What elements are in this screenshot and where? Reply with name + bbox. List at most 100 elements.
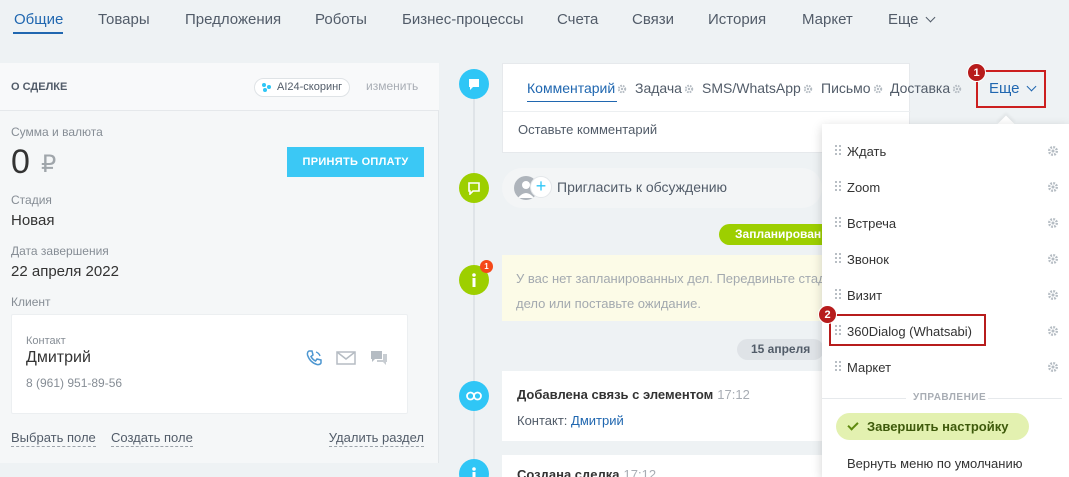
client-label: Клиент bbox=[11, 295, 51, 309]
menu-item-market[interactable]: Маркет bbox=[822, 349, 1069, 385]
step-marker-1: 1 bbox=[967, 63, 986, 82]
close-date-value[interactable]: 22 апреля 2022 bbox=[11, 263, 119, 280]
planned-section-pill: Запланирован bbox=[719, 224, 838, 245]
contact-card: Контакт Дмитрий 8 (961) 951-89-56 bbox=[11, 314, 408, 414]
tab-robots[interactable]: Роботы bbox=[315, 11, 367, 28]
menu-item-zoom[interactable]: Zoom bbox=[822, 169, 1069, 205]
gear-icon[interactable] bbox=[1047, 289, 1059, 301]
drag-handle-icon[interactable] bbox=[835, 289, 841, 301]
stage-value[interactable]: Новая bbox=[11, 212, 54, 229]
tab-general[interactable]: Общие bbox=[14, 11, 63, 28]
chevron-down-icon bbox=[1026, 81, 1036, 92]
tab-more-label: Еще bbox=[888, 11, 919, 28]
editor-more-button[interactable]: Еще bbox=[989, 80, 1036, 97]
contact-phone[interactable]: 8 (961) 951-89-56 bbox=[26, 376, 122, 390]
drag-handle-icon[interactable] bbox=[835, 145, 841, 157]
gear-icon bbox=[803, 85, 813, 94]
editor-tab-comment[interactable]: Комментарий bbox=[527, 80, 627, 96]
menu-item-label: Маркет bbox=[847, 360, 892, 375]
menu-item-label: Звонок bbox=[847, 252, 889, 267]
deal-card-header: О СДЕЛКЕ AI24-скоринг изменить bbox=[0, 63, 439, 111]
event-time: 17:12 bbox=[623, 467, 657, 477]
currency-symbol: ₽ bbox=[41, 151, 57, 178]
invite-to-discussion[interactable]: + Пригласить к обсуждению bbox=[502, 168, 822, 208]
finish-setup-button[interactable]: Завершить настройку bbox=[836, 413, 1029, 440]
ai-scoring-badge[interactable]: AI24-скоринг bbox=[254, 78, 351, 97]
menu-item-call[interactable]: Звонок bbox=[822, 241, 1069, 277]
divider bbox=[988, 398, 1062, 399]
gear-icon bbox=[873, 85, 882, 94]
tab-business-processes[interactable]: Бизнес-процессы bbox=[402, 11, 524, 28]
tab-products[interactable]: Товары bbox=[98, 11, 150, 28]
gear-icon bbox=[684, 85, 694, 94]
contact-name[interactable]: Дмитрий bbox=[26, 349, 91, 367]
notice-line-1: У вас нет запланированных дел. Передвинь… bbox=[516, 271, 826, 286]
close-date-label: Дата завершения bbox=[11, 244, 109, 258]
discussion-icon bbox=[459, 173, 489, 203]
editor-tab-task-label: Задача bbox=[635, 80, 682, 96]
event-title: Создана сделка bbox=[517, 467, 620, 477]
editor-tab-delivery[interactable]: Доставка bbox=[890, 80, 962, 96]
gear-icon[interactable] bbox=[1047, 253, 1059, 265]
accept-payment-button[interactable]: ПРИНЯТЬ ОПЛАТУ bbox=[287, 147, 424, 177]
active-tab-underline bbox=[13, 32, 63, 34]
tab-offers[interactable]: Предложения bbox=[185, 11, 281, 28]
timeline-event-link: Добавлена связь с элементом 17:12 Контакт… bbox=[502, 371, 822, 441]
drag-handle-icon[interactable] bbox=[835, 361, 841, 373]
stage-label: Стадия bbox=[11, 193, 52, 207]
editor-tab-email-label: Письмо bbox=[821, 80, 871, 96]
menu-item-label: Встреча bbox=[847, 216, 897, 231]
drag-handle-icon[interactable] bbox=[835, 217, 841, 229]
edit-link[interactable]: изменить bbox=[366, 79, 418, 93]
finish-setup-label: Завершить настройку bbox=[867, 419, 1009, 434]
step-marker-2: 2 bbox=[818, 305, 837, 324]
event-contact-link[interactable]: Дмитрий bbox=[571, 413, 624, 428]
deal-card: О СДЕЛКЕ AI24-скоринг изменить Сумма и в… bbox=[0, 63, 439, 463]
amount-label: Сумма и валюта bbox=[11, 125, 103, 139]
gear-icon[interactable] bbox=[1047, 361, 1059, 373]
amount-value: 0 bbox=[11, 143, 30, 181]
editor-tab-task[interactable]: Задача bbox=[635, 80, 694, 96]
active-editor-tab-underline bbox=[527, 101, 617, 102]
tab-links[interactable]: Связи bbox=[632, 11, 674, 28]
reset-menu-link[interactable]: Вернуть меню по умолчанию bbox=[847, 456, 1022, 471]
mail-icon[interactable] bbox=[336, 349, 356, 372]
menu-item-wait[interactable]: Ждать bbox=[822, 133, 1069, 169]
gear-icon[interactable] bbox=[1047, 181, 1059, 193]
menu-group-label: УПРАВЛЕНИЕ bbox=[913, 392, 987, 403]
menu-item-meeting[interactable]: Встреча bbox=[822, 205, 1069, 241]
tab-invoices[interactable]: Счета bbox=[557, 11, 598, 28]
tab-more[interactable]: Еще bbox=[888, 11, 935, 28]
editor-more-label: Еще bbox=[989, 80, 1020, 97]
editor-tab-email[interactable]: Письмо bbox=[821, 80, 883, 96]
gear-icon[interactable] bbox=[1047, 145, 1059, 157]
link-icon bbox=[459, 381, 489, 411]
drag-handle-icon[interactable] bbox=[835, 181, 841, 193]
comment-input[interactable]: Оставьте комментарий bbox=[518, 122, 657, 137]
timeline-event-created: Создана сделка 17:12 bbox=[502, 455, 822, 477]
editor-tab-delivery-label: Доставка bbox=[890, 80, 951, 96]
editor-tab-sms-label: SMS/WhatsApp bbox=[702, 80, 801, 96]
gear-icon bbox=[617, 85, 627, 94]
notice-line-2: дело или поставьте ожидание. bbox=[516, 296, 701, 311]
editor-tab-comment-label: Комментарий bbox=[527, 80, 616, 96]
phone-icon[interactable] bbox=[305, 349, 323, 372]
drag-handle-icon[interactable] bbox=[835, 253, 841, 265]
ai-scoring-label: AI24-скоринг bbox=[277, 81, 343, 93]
menu-item-visit[interactable]: Визит bbox=[822, 277, 1069, 313]
event-contact-prefix: Контакт: bbox=[517, 413, 568, 428]
tab-history[interactable]: История bbox=[708, 11, 766, 28]
delete-section-link[interactable]: Удалить раздел bbox=[328, 430, 424, 447]
menu-item-label: Визит bbox=[847, 288, 883, 303]
tab-market[interactable]: Маркет bbox=[802, 11, 853, 28]
gear-icon[interactable] bbox=[1047, 217, 1059, 229]
divider bbox=[822, 398, 906, 399]
contact-label: Контакт bbox=[26, 335, 66, 347]
plus-icon: + bbox=[530, 176, 552, 198]
menu-item-label: Zoom bbox=[847, 180, 881, 195]
gear-icon[interactable] bbox=[1047, 325, 1059, 337]
chat-icon[interactable] bbox=[369, 349, 389, 372]
select-field-link[interactable]: Выбрать поле bbox=[11, 430, 96, 447]
editor-tab-sms[interactable]: SMS/WhatsApp bbox=[702, 80, 813, 96]
create-field-link[interactable]: Создать поле bbox=[111, 430, 193, 447]
